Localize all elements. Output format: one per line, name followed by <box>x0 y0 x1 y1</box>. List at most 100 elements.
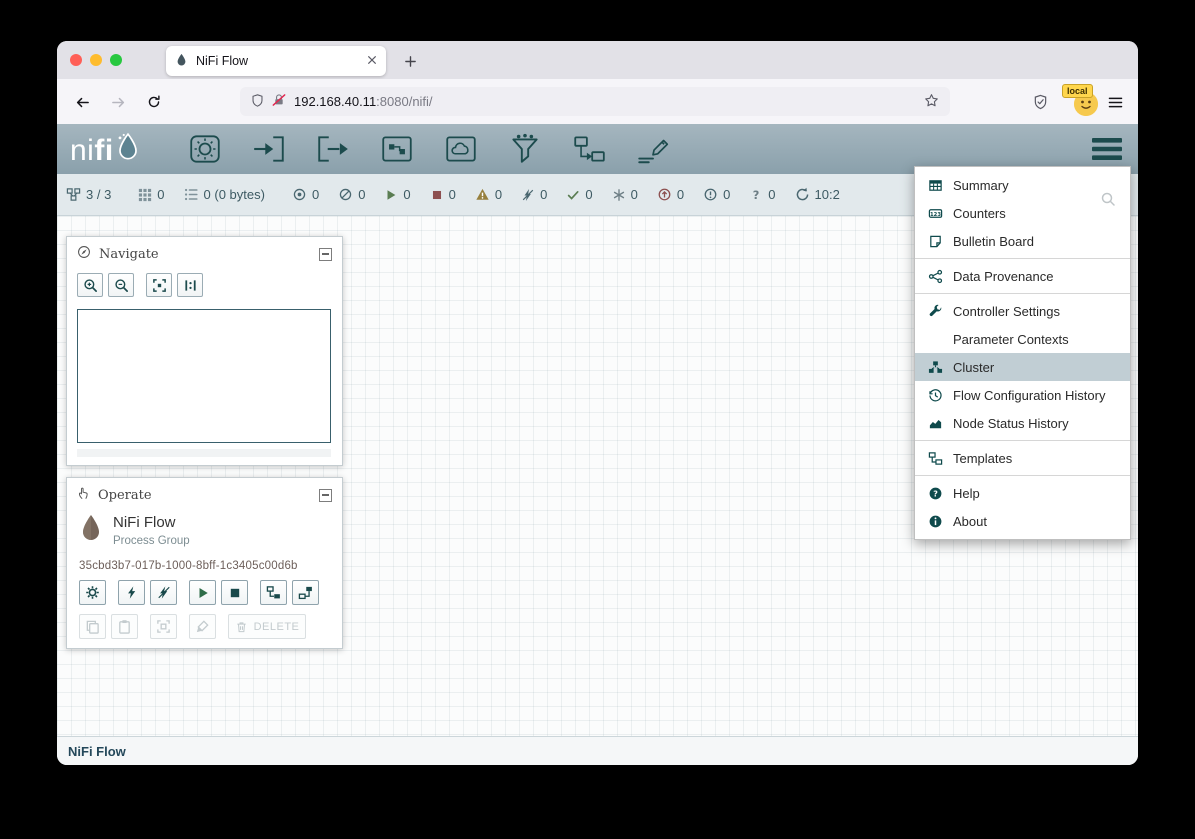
new-tab-button[interactable] <box>398 50 422 72</box>
menu-item-node-status-history[interactable]: Node Status History <box>915 409 1130 437</box>
menu-item-label: Bulletin Board <box>953 234 1034 249</box>
url-bar[interactable]: 192.168.40.11:8080/nifi/ <box>240 87 950 116</box>
menu-item-data-provenance[interactable]: Data Provenance <box>915 262 1130 290</box>
navigate-panel-header: Navigate <box>67 237 342 267</box>
history-icon <box>927 388 944 403</box>
menu-item-help[interactable]: ? Help <box>915 479 1130 507</box>
actual-size-button[interactable] <box>177 273 203 297</box>
navigate-buttons <box>77 273 203 297</box>
menu-item-label: Cluster <box>953 360 994 375</box>
output-port-component[interactable] <box>313 132 353 166</box>
funnel-component[interactable] <box>505 132 545 166</box>
global-menu-button[interactable] <box>1092 138 1122 165</box>
insecure-lock-icon[interactable] <box>272 93 286 110</box>
transmitting-status: 0 <box>292 187 319 202</box>
help-icon: ? <box>927 486 944 501</box>
connected-nodes-status: 3 / 3 <box>66 187 111 202</box>
hand-pointer-icon <box>77 486 90 504</box>
menu-item-label: Node Status History <box>953 416 1069 431</box>
navigate-collapse-button[interactable] <box>319 248 332 261</box>
minimize-window-button[interactable] <box>90 54 102 66</box>
browser-menu-button[interactable] <box>1100 87 1130 117</box>
menu-divider <box>915 475 1130 476</box>
enable-button[interactable] <box>118 580 145 605</box>
shield-badge-icon[interactable] <box>1025 87 1055 117</box>
menu-item-parameter-contexts[interactable]: Parameter Contexts <box>915 325 1130 353</box>
process-group-drop-icon <box>79 514 103 549</box>
menu-item-flow-configuration-history[interactable]: Flow Configuration History <box>915 381 1130 409</box>
menu-item-about[interactable]: About <box>915 507 1130 535</box>
locally-modified-count: 0 <box>631 187 638 202</box>
url-host: 192.168.40.11 <box>294 94 376 109</box>
compass-icon <box>77 245 91 263</box>
operate-collapse-button[interactable] <box>319 489 332 502</box>
active-threads-status: 0 <box>138 187 164 202</box>
menu-item-cluster[interactable]: Cluster <box>915 353 1130 381</box>
input-port-component[interactable] <box>249 132 289 166</box>
screenshot-stage: NiFi Flow 192.168.40.11:8080 <box>0 0 1195 839</box>
bookmark-star-icon[interactable] <box>924 93 939 111</box>
group-button[interactable] <box>150 614 177 639</box>
svg-text:123: 123 <box>930 211 941 217</box>
start-button[interactable] <box>189 580 216 605</box>
processor-component[interactable] <box>185 132 225 166</box>
paste-button[interactable] <box>111 614 138 639</box>
upload-template-button[interactable] <box>260 580 287 605</box>
menu-divider <box>915 258 1130 259</box>
configure-button[interactable] <box>79 580 106 605</box>
zoom-fit-button[interactable] <box>146 273 172 297</box>
menu-item-templates[interactable]: Templates <box>915 444 1130 472</box>
nifi-logo-drop-icon <box>115 132 141 169</box>
copy-button[interactable] <box>79 614 106 639</box>
create-template-button[interactable] <box>292 580 319 605</box>
zoom-out-button[interactable] <box>108 273 134 297</box>
menu-item-counters[interactable]: 123 Counters <box>915 199 1130 227</box>
active-threads-count: 0 <box>157 187 164 202</box>
stale-count: 0 <box>677 187 684 202</box>
template-component[interactable] <box>569 132 609 166</box>
zoom-in-button[interactable] <box>77 273 103 297</box>
disable-button[interactable] <box>150 580 177 605</box>
menu-item-controller-settings[interactable]: Controller Settings <box>915 297 1130 325</box>
browser-tab[interactable]: NiFi Flow <box>166 46 386 76</box>
area-chart-icon <box>927 416 944 431</box>
back-button[interactable] <box>67 87 97 117</box>
not-transmitting-status: 0 <box>338 187 365 202</box>
remote-process-group-component[interactable] <box>441 132 481 166</box>
search-icon[interactable] <box>1100 191 1116 212</box>
provenance-icon <box>927 269 944 284</box>
tracking-protection-shield-icon[interactable] <box>251 93 264 111</box>
profile-button[interactable]: local <box>1062 84 1102 118</box>
nifi-logo-ni: ni <box>70 136 94 166</box>
close-window-button[interactable] <box>70 54 82 66</box>
disabled-status: 0 <box>521 187 547 202</box>
menu-item-bulletin-board[interactable]: Bulletin Board <box>915 227 1130 255</box>
minimap-scrollbar[interactable] <box>77 449 331 457</box>
stopped-count: 0 <box>449 187 456 202</box>
invalid-count: 0 <box>495 187 502 202</box>
process-group-component[interactable] <box>377 132 417 166</box>
menu-item-label: Help <box>953 486 980 501</box>
running-count: 0 <box>403 187 410 202</box>
profile-label: local <box>1062 84 1093 98</box>
menu-item-summary[interactable]: Summary <box>915 171 1130 199</box>
stop-button[interactable] <box>221 580 248 605</box>
fill-color-button[interactable] <box>189 614 216 639</box>
svg-text:?: ? <box>753 188 760 202</box>
forward-button[interactable] <box>103 87 133 117</box>
menu-divider <box>915 440 1130 441</box>
birdseye-minimap[interactable] <box>77 309 331 443</box>
menu-item-label: Controller Settings <box>953 304 1060 319</box>
info-icon <box>927 514 944 529</box>
label-component[interactable] <box>633 132 673 166</box>
delete-button-label: DELETE <box>254 621 300 633</box>
tab-bar: NiFi Flow <box>57 41 1138 79</box>
breadcrumb[interactable]: NiFi Flow <box>68 744 126 759</box>
tab-close-icon[interactable] <box>367 54 377 68</box>
wrench-icon <box>927 304 944 319</box>
menu-item-label: Flow Configuration History <box>953 388 1105 403</box>
reload-button[interactable] <box>139 87 169 117</box>
maximize-window-button[interactable] <box>110 54 122 66</box>
delete-button[interactable]: DELETE <box>228 614 306 639</box>
connected-nodes-count: 3 / 3 <box>86 187 111 202</box>
